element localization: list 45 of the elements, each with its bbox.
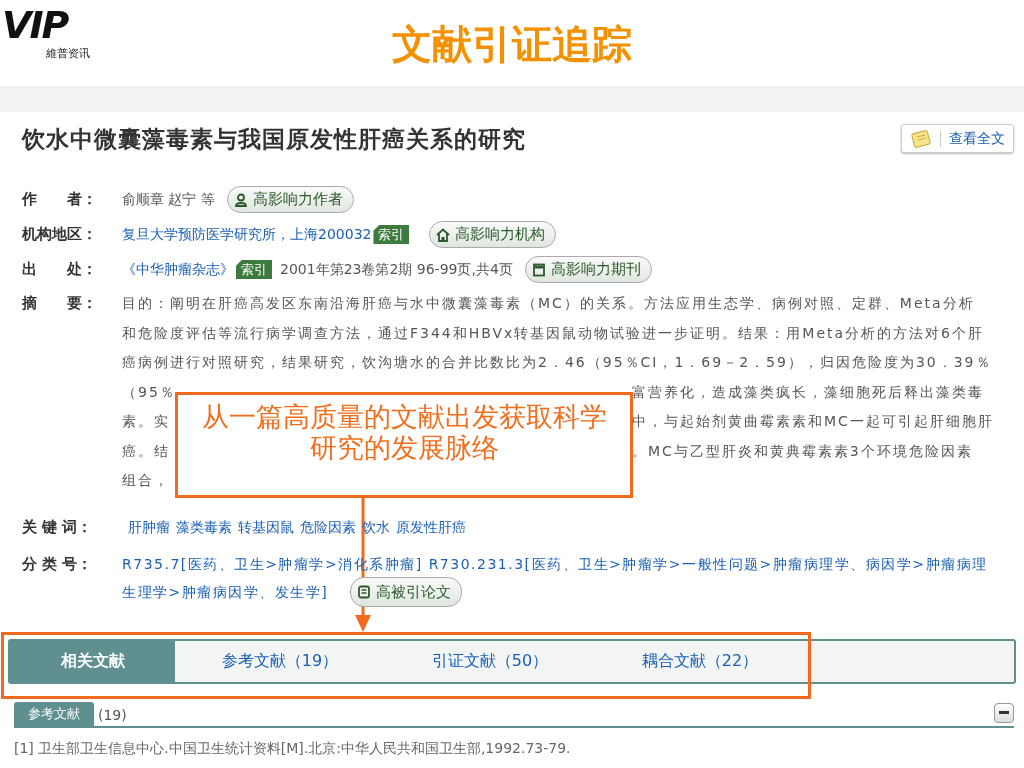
keyword-link[interactable]: 藻类毒素	[176, 516, 232, 538]
keyword-link[interactable]: 危险因素	[300, 516, 356, 538]
tab[interactable]: 参考文献（19）	[175, 640, 385, 682]
field-label: 摘 要：	[22, 293, 98, 314]
reference-count: (19)	[98, 705, 127, 725]
field-value: 2001年第23卷第2期 96-99页,共4页	[280, 260, 513, 279]
abstract-text: 和危险度评估等流行病学调查方法，通过F344和HBVx转基因鼠动物试验进一步证明。结果：用Meta分析的方法对6个肝	[122, 324, 984, 341]
full-text-button[interactable]: 查看全文	[901, 124, 1014, 153]
link[interactable]: 《中华肿瘤杂志》	[122, 259, 234, 280]
abstract-text: （95％	[122, 382, 176, 402]
pill-button[interactable]: 高影响力作者	[226, 186, 354, 213]
tab[interactable]: 耦合文献（22）	[595, 640, 805, 682]
classification-link[interactable]: 生理学>肿瘤病因学、发生学]	[122, 578, 329, 605]
tab[interactable]: 引证文献（50）	[385, 640, 595, 682]
abstract-text: 富营养化，造成藻类疯长，藻细胞死后释出藻类毒	[632, 382, 984, 402]
link[interactable]: 复旦大学预防医学研究所，上海200032	[122, 224, 372, 245]
keyword-link[interactable]: 原发性肝癌	[396, 516, 466, 538]
tab[interactable]: 相关文献	[10, 640, 175, 682]
abstract-text: 中，与起始剂黄曲霉素素和MC一起可引起肝细胞肝	[632, 412, 994, 431]
abstract-text: 。MC与乙型肝炎和黄典霉素素3个环境危险因素	[632, 441, 973, 461]
pill-button[interactable]: 高被引论文	[350, 576, 463, 607]
callout-text: 从一篇高质量的文献出发获取科学研究的发展脉络	[175, 392, 633, 498]
abstract-text: 组合，	[122, 472, 170, 488]
index-tag[interactable]: 索引	[373, 224, 410, 245]
keyword-link[interactable]: 转基因鼠	[238, 516, 294, 538]
slide-title: 文献引证追踪	[392, 21, 632, 67]
abstract-text: 目的：阐明在肝癌高发区东南沿海肝癌与水中微囊藻毒素（MC）的关系。方法应用生态学、病例对照、定群、Meta分析	[122, 295, 975, 311]
field-value: 俞顺章 赵宁 等	[122, 190, 215, 209]
article-title: 饮水中微囊藻毒素与我国原发性肝癌关系的研究	[22, 124, 526, 154]
logo-mark: VIP	[2, 6, 68, 44]
abstract-text: 素。实	[122, 412, 170, 431]
index-tag[interactable]: 索引	[236, 259, 272, 280]
field-label: 机构地区：	[22, 224, 98, 246]
abstract-text: 癌。结	[122, 441, 170, 461]
section-tab[interactable]: 参考文献	[14, 702, 94, 726]
field-label: 出 处：	[22, 259, 98, 281]
pill-button[interactable]: 高影响力机构	[429, 221, 557, 248]
pill-button[interactable]: 高影响力期刊	[524, 256, 652, 283]
field-label: 分 类 号：	[22, 553, 94, 575]
field-label: 关 键 词：	[22, 516, 94, 538]
keyword-link[interactable]: 肝肿瘤	[128, 516, 170, 538]
abstract-text: 癌病例进行对照研究，结果研究，饮沟塘水的合并比数比为2．46（95％CI，1．69－2．59），归因危险度为30．39％	[122, 354, 992, 370]
field-label: 作 者：	[22, 189, 98, 211]
logo-caption: 維普资讯	[46, 46, 90, 62]
reference-text: [1] 卫生部卫生信息中心.中国卫生统计资料[M].北京:中华人民共和国卫生部,1992.73-79.	[14, 738, 572, 758]
